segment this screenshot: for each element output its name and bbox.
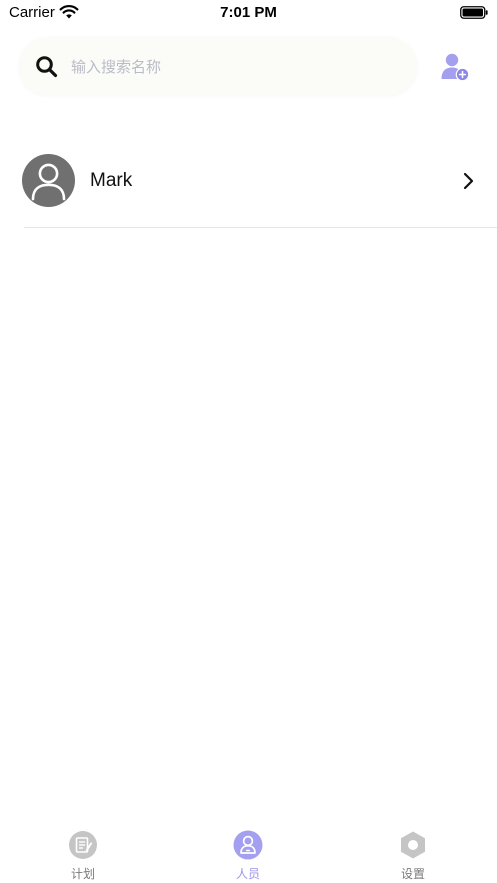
search-input[interactable] <box>69 53 403 81</box>
divider <box>24 227 497 228</box>
people-screen: Carrier 7:01 PM 输入搜索名称 Mark 计划 人员 设置 <box>0 0 497 883</box>
tab-people[interactable]: 人员 <box>208 830 288 882</box>
tab-plan[interactable]: 计划 <box>43 830 123 882</box>
tab-label-people: 人员 <box>235 867 260 881</box>
search-bar[interactable] <box>19 37 417 95</box>
person-name: Mark <box>90 170 133 191</box>
status-bar: Carrier 7:01 PM <box>0 0 497 26</box>
person-icon <box>233 830 263 860</box>
list-item[interactable]: Mark <box>0 128 497 228</box>
user-silhouette-icon <box>31 163 66 201</box>
status-time: 7:01 PM <box>220 4 277 21</box>
tab-bar: 计划 人员 设置 <box>0 820 497 883</box>
tab-label-settings: 设置 <box>400 867 425 881</box>
tab-label-plan: 计划 <box>70 867 95 881</box>
avatar <box>22 154 75 207</box>
people-list: Mark <box>0 128 497 228</box>
add-user-button[interactable] <box>438 50 472 84</box>
plan-icon <box>69 831 97 859</box>
settings-icon <box>401 831 425 859</box>
search-icon <box>36 56 58 78</box>
tab-settings[interactable]: 设置 <box>373 830 453 882</box>
battery-icon <box>460 6 488 19</box>
chevron-right-icon <box>463 172 474 190</box>
